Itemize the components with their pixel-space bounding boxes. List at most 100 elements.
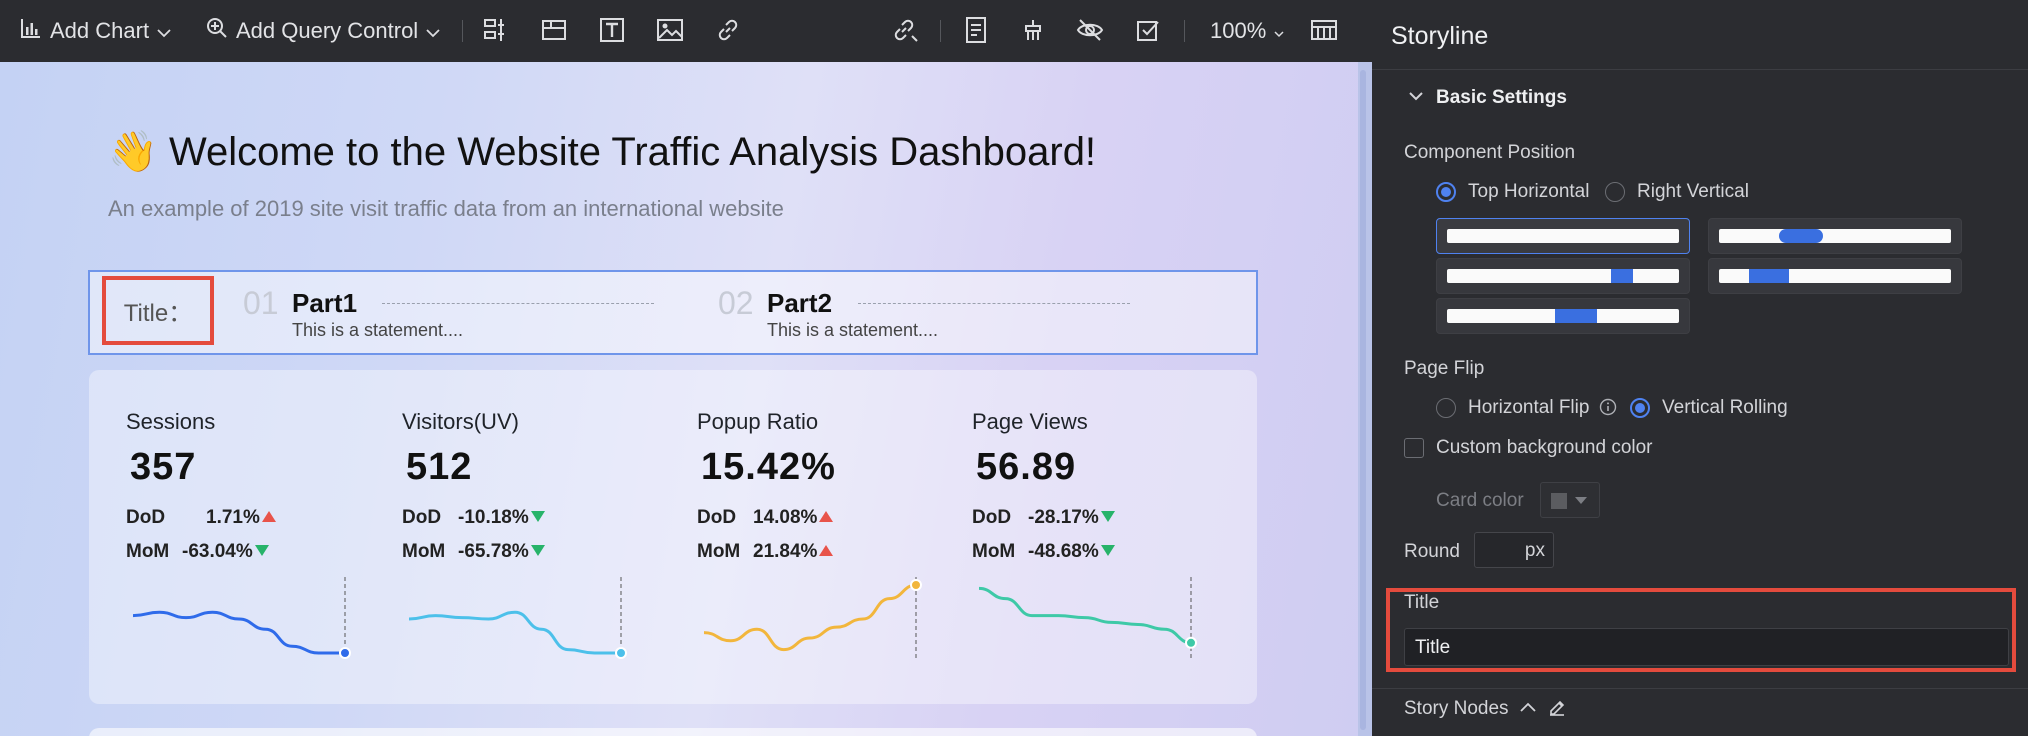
dashboard-subtitle: An example of 2019 site visit traffic da… xyxy=(108,196,784,221)
metric-label: Page Views xyxy=(972,409,1088,434)
mom-row-label: MoM xyxy=(972,541,1016,562)
down-arrow-icon xyxy=(1100,545,1115,556)
up-arrow-icon xyxy=(819,545,834,556)
mom-row: MoM -65.78% xyxy=(402,541,602,565)
layout-style-option-1[interactable] xyxy=(1436,218,1690,254)
theme-icon[interactable] xyxy=(1018,15,1048,45)
card-color-label: Card color xyxy=(1436,490,1524,511)
sparkline-path xyxy=(408,610,621,655)
edit-icon[interactable] xyxy=(1547,697,1567,722)
image-icon[interactable] xyxy=(655,15,685,45)
mom-row: MoM -63.04% xyxy=(126,541,326,565)
mom-row-value: -48.68% xyxy=(1028,541,1115,563)
zoom-plus-icon xyxy=(206,17,228,45)
sparkline xyxy=(703,577,922,661)
metric-value: 357 xyxy=(130,446,197,488)
layout-style-option-3[interactable] xyxy=(1436,258,1690,294)
card-color-picker[interactable] xyxy=(1540,482,1600,518)
down-arrow-icon xyxy=(530,545,545,556)
story-node-number: 02 xyxy=(718,285,754,321)
brush-link-icon[interactable] xyxy=(891,15,921,45)
zoom-select[interactable]: 100% xyxy=(1210,14,1284,48)
right-vertical-label: Right Vertical xyxy=(1637,181,1749,202)
dod-row-label: DoD xyxy=(126,507,166,528)
horizontal-flip-label: Horizontal Flip xyxy=(1468,397,1590,418)
story-node-desc: This is a statement.... xyxy=(767,320,939,340)
sparkline-end-point xyxy=(339,647,351,659)
text-box-icon[interactable] xyxy=(597,15,627,45)
top-horizontal-radio[interactable] xyxy=(1436,182,1456,202)
divider xyxy=(1372,688,2028,689)
story-node-title: Part1 xyxy=(292,288,358,318)
story-nodes-label: Story Nodes xyxy=(1404,698,1509,719)
chevron-down-icon xyxy=(157,18,171,44)
storyline-title-highlight[interactable]: Title： xyxy=(102,276,214,345)
right-vertical-radio[interactable] xyxy=(1605,182,1625,202)
mom-row: MoM -48.68% xyxy=(972,541,1172,565)
mom-row: MoM 21.84% xyxy=(697,541,897,565)
metric-value: 15.42% xyxy=(701,446,836,488)
down-arrow-icon xyxy=(530,511,545,522)
toolbar-divider xyxy=(462,20,463,42)
title-input-value: Title xyxy=(1415,637,1451,658)
chevron-up-icon[interactable] xyxy=(1519,700,1537,718)
dod-row-value: 1.71% xyxy=(206,507,276,529)
title-input[interactable]: Title xyxy=(1404,628,2009,666)
round-label: Round xyxy=(1404,541,1460,562)
basic-settings-label: Basic Settings xyxy=(1436,87,1567,108)
dod-row-value: -28.17% xyxy=(1028,507,1115,529)
report-icon[interactable] xyxy=(961,15,991,45)
layout-style-option-2[interactable] xyxy=(1708,218,1962,254)
layout-style-option-4[interactable] xyxy=(1708,258,1962,294)
add-chart-label: Add Chart xyxy=(50,18,150,43)
toolbar: Add Chart Add Query Control 100% xyxy=(0,0,1372,62)
sparkline-path xyxy=(132,610,345,655)
add-query-control-button[interactable]: Add Query Control xyxy=(206,14,440,48)
layout-style-option-5[interactable] xyxy=(1436,298,1690,334)
sparkline-end-point xyxy=(1185,636,1197,649)
down-arrow-icon xyxy=(254,545,269,556)
link-icon[interactable] xyxy=(713,15,743,45)
preview-hide-icon[interactable] xyxy=(1075,15,1105,45)
checklist-icon[interactable] xyxy=(1133,15,1163,45)
chevron-down-icon xyxy=(1408,89,1424,107)
sparkline-path xyxy=(703,583,917,652)
dod-row-value: -10.18% xyxy=(458,507,545,529)
title-setting-label: Title xyxy=(1404,592,1440,613)
sparkline xyxy=(408,577,627,661)
sparkline xyxy=(978,577,1197,661)
story-node-divider xyxy=(858,303,1130,304)
metric-label: Sessions xyxy=(126,409,216,434)
caret-down-icon xyxy=(1575,497,1587,504)
story-node-title: Part2 xyxy=(767,288,833,318)
tab-container-icon[interactable] xyxy=(539,15,569,45)
next-card xyxy=(89,728,1257,736)
settings-panel: Storyline Basic Settings Component Posit… xyxy=(1372,0,2028,736)
table-layout-icon[interactable] xyxy=(1309,15,1339,45)
add-query-control-label: Add Query Control xyxy=(236,18,419,43)
info-icon[interactable] xyxy=(1599,398,1617,421)
component-position-label: Component Position xyxy=(1404,142,1576,163)
color-swatch xyxy=(1551,493,1567,509)
bar-chart-icon xyxy=(20,17,42,45)
story-nodes-header[interactable]: Story Nodes xyxy=(1404,696,1567,722)
add-chart-button[interactable]: Add Chart xyxy=(20,14,171,48)
mom-row-label: MoM xyxy=(402,541,446,562)
story-node-number: 01 xyxy=(243,285,279,321)
layout-control-icon[interactable] xyxy=(481,15,511,45)
mom-row-value: -65.78% xyxy=(458,541,545,563)
canvas-scrollbar[interactable] xyxy=(1360,70,1366,730)
up-arrow-icon xyxy=(261,511,276,522)
waving-hand-emoji: 👋 xyxy=(108,130,158,174)
welcome-title: 👋 Welcome to the Website Traffic Analysi… xyxy=(108,128,1096,175)
top-horizontal-label: Top Horizontal xyxy=(1468,181,1590,202)
round-input[interactable]: px xyxy=(1474,532,1554,568)
custom-bg-checkbox[interactable] xyxy=(1404,438,1424,458)
storyline-title-label: Title： xyxy=(123,300,193,327)
mom-row-label: MoM xyxy=(126,541,170,562)
dod-row: DoD 14.08% xyxy=(697,507,897,531)
vertical-rolling-radio[interactable] xyxy=(1630,398,1650,418)
mom-row-value: 21.84% xyxy=(753,541,834,563)
basic-settings-toggle[interactable]: Basic Settings xyxy=(1408,86,1567,110)
horizontal-flip-radio[interactable] xyxy=(1436,398,1456,418)
